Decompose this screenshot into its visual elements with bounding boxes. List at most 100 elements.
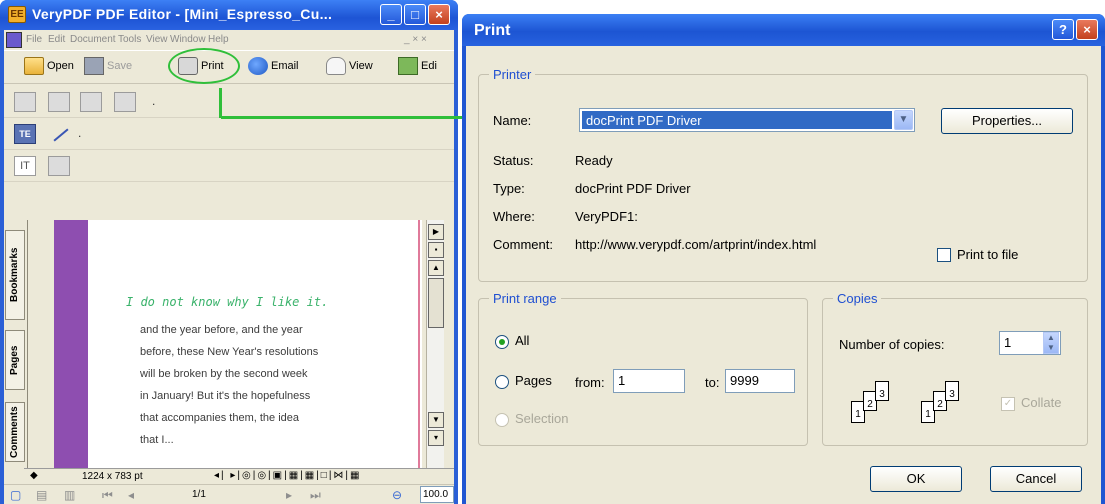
note-tool[interactable]	[48, 92, 70, 112]
view-button[interactable]: View	[326, 57, 373, 79]
pages-radio[interactable]	[495, 375, 509, 389]
print-dialog: Print ? × Printer Name: docPrint PDF Dri…	[462, 14, 1105, 504]
comment-label: Comment:	[493, 237, 553, 252]
chevron-down-icon[interactable]: ▼	[894, 110, 913, 130]
navigation-bar: ▢ ▤ ▥ ⏮ ◂ 1/1 ▸ ⏭ ⊖ 100.0	[4, 484, 454, 504]
comment-value: http://www.verypdf.com/artprint/index.ht…	[575, 237, 817, 252]
scroll-up-icon[interactable]: ▲	[428, 260, 444, 276]
view-mode-icons[interactable]: ◂| ▸|◎|◎|▣|▦|▦|□|⋈|▦	[214, 470, 361, 481]
to-label: to:	[705, 375, 720, 390]
zoom-field[interactable]: 100.0	[420, 486, 454, 503]
text-box-tool[interactable]	[14, 92, 36, 112]
app-icon: EE	[8, 6, 26, 23]
comments-tab[interactable]: Comments	[5, 402, 25, 462]
status-value: Ready	[575, 153, 613, 168]
dialog-close-button[interactable]: ×	[1076, 19, 1098, 40]
mdi-controls[interactable]: _ × ×	[404, 34, 427, 45]
edit-label: Edi	[421, 60, 437, 72]
image-tool[interactable]	[48, 156, 70, 176]
pencil-tool[interactable]	[114, 92, 136, 112]
edit-icon	[398, 57, 418, 75]
hand-icon	[326, 57, 346, 75]
save-button[interactable]: Save	[84, 57, 132, 79]
help-button[interactable]: ?	[1052, 19, 1074, 40]
email-button[interactable]: Email	[248, 57, 299, 79]
where-value: VeryPDF1:	[575, 209, 638, 224]
scroll-thumb[interactable]	[428, 278, 444, 328]
dialog-title: Print	[474, 22, 511, 39]
editor-body: File Edit Document Tools View Window Hel…	[4, 30, 454, 504]
copies-spinner-icon[interactable]: ▲ ▼	[1043, 332, 1059, 354]
last-page-icon[interactable]: ⏭	[310, 488, 321, 503]
bookmarks-tab[interactable]: Bookmarks	[5, 230, 25, 320]
copies-group: Copies Number of copies: 1 ▲ ▼ 1 2 3 1 2 …	[822, 291, 1088, 446]
edit-button[interactable]: Edi	[398, 57, 437, 79]
menu-document[interactable]: Document	[70, 34, 116, 45]
page-indicator[interactable]: 1/1	[192, 489, 206, 500]
text-tool[interactable]: IT	[14, 156, 36, 176]
continuous-icon[interactable]: ▤	[36, 488, 47, 502]
menu-tools[interactable]: Tools	[118, 34, 141, 45]
menu-help[interactable]: Help	[208, 34, 229, 45]
name-label: Name:	[493, 113, 532, 128]
open-label: Open	[47, 60, 74, 72]
stamp-tool[interactable]	[80, 92, 102, 112]
from-input[interactable]: 1	[613, 369, 685, 393]
menu-view[interactable]: View	[146, 34, 168, 45]
email-label: Email	[271, 60, 299, 72]
to-input[interactable]: 9999	[725, 369, 795, 393]
ok-button[interactable]: OK	[870, 466, 962, 492]
printer-name-select[interactable]: docPrint PDF Driver ▼	[579, 108, 915, 132]
status-label: Status:	[493, 153, 534, 168]
properties-button[interactable]: Properties...	[941, 108, 1073, 134]
page-size-label: 1224 x 783 pt	[82, 471, 143, 482]
line-dropdown[interactable]: .	[78, 126, 81, 140]
scroll-bottom-icon[interactable]: ▾	[428, 430, 444, 446]
from-label: from:	[575, 375, 605, 390]
print-to-file-checkbox[interactable]	[937, 248, 951, 262]
page-margin-decoration	[54, 220, 88, 468]
dropdown-dot[interactable]: .	[152, 94, 155, 108]
cancel-button[interactable]: Cancel	[990, 466, 1082, 492]
collate-page: 3	[945, 381, 959, 401]
collate-label: Collate	[1021, 395, 1062, 410]
first-page-icon[interactable]: ⏮	[102, 488, 113, 503]
pages-tab[interactable]: Pages	[5, 330, 25, 390]
selection-radio[interactable]	[495, 413, 509, 427]
page-text-line: that I...	[140, 434, 174, 446]
scroll-top-icon[interactable]: ▪	[428, 242, 444, 258]
typewriter-tool[interactable]: TE	[14, 124, 36, 144]
maximize-button[interactable]: □	[404, 4, 426, 25]
prev-page-icon[interactable]: ◂	[128, 488, 134, 502]
zoom-icon[interactable]: ⊖	[392, 488, 402, 502]
print-to-file-label: Print to file	[957, 247, 1019, 262]
single-page-icon[interactable]: ▢	[10, 488, 21, 502]
page-text-line: and the year before, and the year	[140, 324, 303, 336]
document-menu-icon[interactable]	[6, 32, 22, 48]
menu-file[interactable]: File	[26, 34, 42, 45]
pages-label: Pages	[515, 373, 552, 388]
copies-label: Copies	[833, 291, 882, 306]
line-tool[interactable]	[48, 124, 70, 144]
menu-edit[interactable]: Edit	[48, 34, 65, 45]
scroll-down-icon[interactable]: ▼	[428, 412, 444, 428]
type-value: docPrint PDF Driver	[575, 181, 691, 196]
expand-icon[interactable]: ◆	[30, 470, 38, 481]
close-button[interactable]: ×	[428, 4, 450, 25]
minimize-button[interactable]: _	[380, 4, 402, 25]
selection-label: Selection	[515, 411, 569, 426]
next-page-icon[interactable]: ▸	[286, 488, 292, 502]
pdf-page-view[interactable]: I do not know why I like it. and the yea…	[88, 220, 422, 468]
facing-icon[interactable]: ▥	[64, 488, 75, 502]
collate-checkbox[interactable]: ✓	[1001, 397, 1015, 411]
vertical-scrollbar[interactable]: ▶ ▪ ▲ ▼ ▾	[426, 220, 444, 468]
printer-group-label: Printer	[489, 67, 536, 82]
open-button[interactable]: Open	[24, 57, 74, 79]
scroll-right-icon[interactable]: ▶	[428, 224, 444, 240]
menu-window[interactable]: Window	[170, 34, 206, 45]
save-label: Save	[107, 60, 133, 72]
email-icon	[248, 57, 268, 75]
all-radio[interactable]	[495, 335, 509, 349]
status-bar: ◆ 1224 x 783 pt ◂| ▸|◎|◎|▣|▦|▦|□|⋈|▦	[24, 468, 454, 484]
page-text-line: before, these New Year's resolutions	[140, 346, 319, 358]
